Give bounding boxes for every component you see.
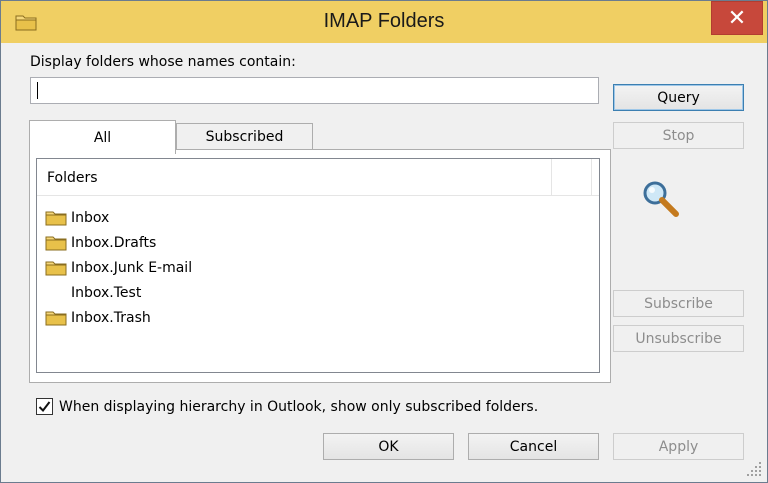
list-item[interactable]: Inbox.Drafts xyxy=(45,232,156,254)
tab-panel: Folders Inbox Inbox.Drafts Inbox.Junk E-… xyxy=(29,149,611,383)
checkmark-icon xyxy=(38,401,51,413)
folder-name: Inbox.Junk E-mail xyxy=(71,260,193,276)
magnifier-icon xyxy=(643,181,679,217)
folder-name: Inbox.Trash xyxy=(71,310,151,326)
filter-label: Display folders whose names contain: xyxy=(30,54,296,70)
column-divider[interactable] xyxy=(591,159,592,195)
folder-list[interactable]: Folders Inbox Inbox.Drafts Inbox.Junk E-… xyxy=(36,158,600,373)
list-header: Folders xyxy=(37,159,599,196)
query-button[interactable]: Query xyxy=(613,84,744,111)
show-subscribed-only-checkbox[interactable] xyxy=(36,398,53,415)
folder-icon xyxy=(45,236,67,251)
text-caret xyxy=(37,82,38,99)
folder-name-filter-input[interactable] xyxy=(30,77,599,104)
folder-icon xyxy=(45,311,67,326)
apply-button[interactable]: Apply xyxy=(613,433,744,460)
list-item[interactable]: Inbox.Trash xyxy=(45,307,151,329)
folders-column-header[interactable]: Folders xyxy=(47,170,98,186)
close-icon: ✕ xyxy=(727,5,747,31)
resize-grip-icon[interactable] xyxy=(745,460,763,478)
folder-icon xyxy=(45,261,67,276)
ok-button[interactable]: OK xyxy=(323,433,454,460)
stop-button[interactable]: Stop xyxy=(613,122,744,149)
show-subscribed-only-label[interactable]: When displaying hierarchy in Outlook, sh… xyxy=(59,399,538,415)
folder-name: Inbox.Drafts xyxy=(71,235,157,251)
folder-name: Inbox.Test xyxy=(71,285,142,301)
subscribe-button[interactable]: Subscribe xyxy=(613,290,744,317)
cancel-button[interactable]: Cancel xyxy=(468,433,599,460)
imap-folders-dialog: IMAP Folders ✕ Display folders whose nam… xyxy=(0,0,768,483)
tab-subscribed[interactable]: Subscribed xyxy=(176,123,313,150)
unsubscribe-button[interactable]: Unsubscribe xyxy=(613,325,744,352)
title-bar[interactable]: IMAP Folders ✕ xyxy=(1,1,767,43)
list-item[interactable]: Inbox xyxy=(45,207,109,229)
window-title: IMAP Folders xyxy=(323,10,445,32)
list-item[interactable]: Inbox.Test xyxy=(45,282,141,304)
folder-name: Inbox xyxy=(71,210,110,226)
folder-icon xyxy=(45,211,67,226)
close-button[interactable]: ✕ xyxy=(711,1,763,35)
list-item[interactable]: Inbox.Junk E-mail xyxy=(45,257,192,279)
tab-all[interactable]: All xyxy=(29,120,176,154)
column-divider[interactable] xyxy=(551,159,552,195)
